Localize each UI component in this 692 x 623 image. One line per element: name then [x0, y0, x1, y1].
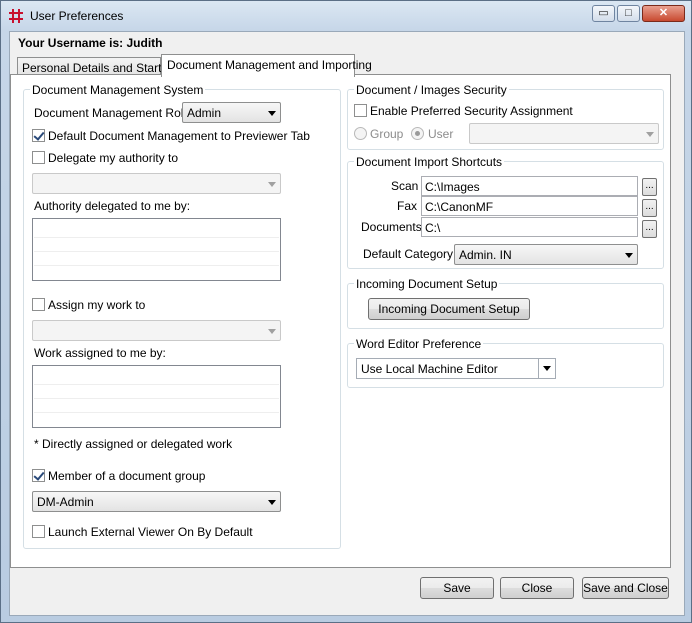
- app-logo-icon: [9, 9, 23, 23]
- default-category-value: Admin. IN: [459, 248, 512, 262]
- delegate-authority-checkbox[interactable]: [32, 151, 45, 164]
- assign-work-label: Assign my work to: [48, 298, 146, 312]
- group-radio-label: Group: [370, 127, 404, 141]
- default-previewer-checkbox[interactable]: [32, 129, 45, 142]
- maximize-button[interactable]: □: [617, 5, 640, 22]
- chevron-down-icon: [268, 329, 276, 334]
- group-title: Document Management System: [30, 83, 206, 97]
- launch-external-viewer-checkbox[interactable]: [32, 525, 45, 538]
- chevron-down-icon: [268, 111, 276, 116]
- browse-icon: ...: [645, 201, 654, 212]
- close-icon: ✕: [658, 7, 669, 19]
- list-row-divider: [34, 251, 279, 252]
- list-row-divider: [34, 384, 279, 385]
- browse-icon: ...: [645, 180, 654, 191]
- button-label: Save and Close: [583, 581, 668, 595]
- chevron-down-icon: [625, 253, 633, 258]
- work-assigned-list[interactable]: [32, 365, 281, 428]
- incoming-document-setup-button[interactable]: Incoming Document Setup: [368, 298, 530, 320]
- tab-label: Document Management and Importing: [167, 58, 372, 72]
- default-previewer-label: Default Document Management to Previewer…: [48, 129, 310, 143]
- tab-panel-document-management: Document Management System Document Mana…: [10, 74, 671, 568]
- fax-browse-button[interactable]: ...: [642, 199, 657, 217]
- document-group-dropdown[interactable]: DM-Admin: [32, 491, 281, 512]
- save-button[interactable]: Save: [420, 577, 494, 599]
- list-row-divider: [34, 237, 279, 238]
- list-row-divider: [34, 265, 279, 266]
- user-preferences-window: User Preferences ▭ □ ✕ Your Username is:…: [0, 0, 692, 623]
- group-radio[interactable]: [354, 127, 367, 140]
- documents-label: Documents: [361, 220, 422, 234]
- chevron-down-icon: [543, 366, 551, 371]
- browse-icon: ...: [645, 222, 654, 233]
- group-title: Incoming Document Setup: [354, 277, 500, 291]
- minimize-icon: ▭: [598, 7, 609, 19]
- user-radio-label: User: [428, 127, 454, 141]
- documents-path-field[interactable]: C:\: [421, 217, 638, 237]
- close-window-button[interactable]: ✕: [642, 5, 685, 22]
- minimize-button[interactable]: ▭: [592, 5, 615, 22]
- work-assigned-label: Work assigned to me by:: [34, 346, 166, 360]
- assignment-note: * Directly assigned or delegated work: [34, 437, 233, 451]
- tab-label: Personal Details and Startup: [22, 61, 175, 75]
- word-editor-value: Use Local Machine Editor: [361, 362, 498, 376]
- fax-path-value: C:\CanonMF: [425, 200, 494, 214]
- authority-delegated-label: Authority delegated to me by:: [34, 199, 191, 213]
- scan-path-value: C:\Images: [425, 180, 480, 194]
- role-label: Document Management Role: [34, 106, 191, 120]
- default-category-label: Default Category: [363, 247, 454, 261]
- save-and-close-button[interactable]: Save and Close: [582, 577, 669, 599]
- enable-security-label: Enable Preferred Security Assignment: [370, 104, 573, 118]
- document-group-value: DM-Admin: [37, 495, 94, 509]
- chevron-down-icon: [268, 500, 276, 505]
- dropdown-button[interactable]: [538, 359, 555, 378]
- group-title: Word Editor Preference: [354, 337, 484, 351]
- authority-delegated-list[interactable]: [32, 218, 281, 281]
- group-title: Document / Images Security: [354, 83, 509, 97]
- chevron-down-icon: [646, 132, 654, 137]
- default-category-dropdown[interactable]: Admin. IN: [454, 244, 638, 265]
- member-group-checkbox[interactable]: [32, 469, 45, 482]
- documents-browse-button[interactable]: ...: [642, 220, 657, 238]
- chevron-down-icon: [268, 182, 276, 187]
- button-label: Save: [443, 581, 471, 595]
- security-assignment-dropdown[interactable]: [469, 123, 659, 144]
- list-row-divider: [34, 398, 279, 399]
- fax-label: Fax: [397, 199, 418, 213]
- delegate-authority-label: Delegate my authority to: [48, 151, 179, 165]
- window-title: User Preferences: [30, 9, 124, 23]
- maximize-icon: □: [625, 7, 632, 19]
- member-group-label: Member of a document group: [48, 469, 206, 483]
- role-value: Admin: [187, 106, 222, 120]
- fax-path-field[interactable]: C:\CanonMF: [421, 196, 638, 216]
- documents-path-value: C:\: [425, 221, 441, 235]
- assign-work-dropdown[interactable]: [32, 320, 281, 341]
- list-row-divider: [34, 412, 279, 413]
- enable-security-checkbox[interactable]: [354, 104, 367, 117]
- button-label: Incoming Document Setup: [378, 302, 520, 316]
- title-bar[interactable]: User Preferences ▭ □ ✕: [1, 1, 691, 31]
- username-label: Your Username is: Judith: [18, 36, 163, 50]
- scan-label: Scan: [391, 179, 419, 193]
- scan-browse-button[interactable]: ...: [642, 178, 657, 196]
- delegate-to-dropdown[interactable]: [32, 173, 281, 194]
- scan-path-field[interactable]: C:\Images: [421, 176, 638, 196]
- button-label: Close: [521, 581, 553, 595]
- group-title: Document Import Shortcuts: [354, 155, 505, 169]
- tab-document-management[interactable]: Document Management and Importing: [161, 54, 372, 77]
- assign-work-checkbox[interactable]: [32, 298, 45, 311]
- role-dropdown[interactable]: Admin: [182, 102, 281, 123]
- launch-external-viewer-label: Launch External Viewer On By Default: [48, 525, 253, 539]
- user-radio[interactable]: [411, 127, 424, 140]
- word-editor-dropdown[interactable]: Use Local Machine Editor: [356, 358, 556, 379]
- close-button[interactable]: Close: [500, 577, 574, 599]
